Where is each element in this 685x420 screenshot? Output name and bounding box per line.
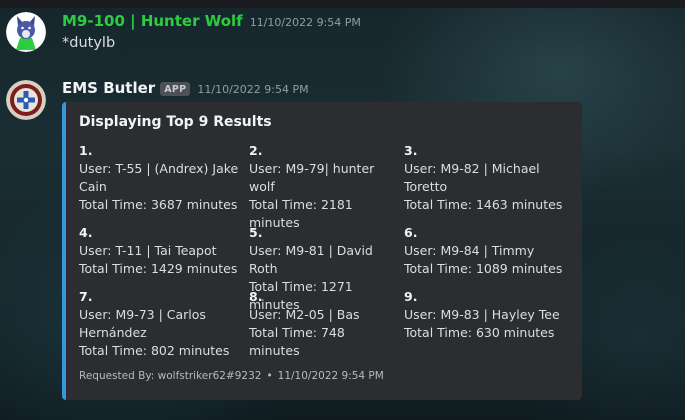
username[interactable]: M9-100 | Hunter Wolf [62, 12, 243, 30]
field-user: User: M9-79| hunter wolf [249, 161, 375, 194]
message-text: *dutylb [62, 35, 116, 51]
ems-badge-avatar-icon[interactable] [6, 80, 46, 120]
message-header: EMS Butler APP 11/10/2022 9:54 PM [62, 79, 309, 97]
embed-field: 6. User: M9-84 | Timmy Total Time: 1089 … [404, 224, 574, 278]
footer-requested-by: Requested By: wolfstriker62#9232 [79, 370, 262, 382]
field-user: User: M9-81 | David Roth [249, 243, 373, 276]
message-timestamp: 11/10/2022 9:54 PM [197, 83, 309, 96]
embed-field: 1. User: T-55 | (Andrex) Jake Cain Total… [79, 142, 239, 214]
field-user: User: M9-82 | Michael Toretto [404, 161, 540, 194]
embed-field: 3. User: M9-82 | Michael Toretto Total T… [404, 142, 574, 214]
footer-separator: • [266, 370, 273, 382]
field-rank: 7. [79, 289, 93, 304]
app-badge: APP [160, 82, 191, 96]
embed-field: 7. User: M9-73 | Carlos Hernández Total … [79, 288, 239, 360]
field-total-time: Total Time: 1463 minutes [404, 197, 563, 212]
field-rank: 1. [79, 143, 93, 158]
embed-title: Displaying Top 9 Results [79, 114, 272, 130]
channel-top-edge [0, 0, 685, 8]
field-total-time: Total Time: 748 minutes [249, 325, 345, 358]
field-user: User: T-11 | Tai Teapot [79, 243, 217, 258]
field-rank: 6. [404, 225, 418, 240]
field-rank: 2. [249, 143, 263, 158]
wolf-avatar-icon[interactable] [6, 12, 46, 52]
field-rank: 3. [404, 143, 418, 158]
field-rank: 8. [249, 289, 263, 304]
embed-footer: Requested By: wolfstriker62#9232 • 11/10… [79, 370, 384, 382]
field-total-time: Total Time: 1429 minutes [79, 261, 238, 276]
embed-field: 8. User: M2-05 | Bas Total Time: 748 min… [249, 288, 399, 360]
field-rank: 4. [79, 225, 93, 240]
footer-timestamp: 11/10/2022 9:54 PM [277, 370, 384, 382]
embed-field: 9. User: M9-83 | Hayley Tee Total Time: … [404, 288, 574, 342]
field-total-time: Total Time: 1089 minutes [404, 261, 563, 276]
field-rank: 9. [404, 289, 418, 304]
field-user: User: M9-84 | Timmy [404, 243, 535, 258]
leaderboard-embed: Displaying Top 9 Results 1. User: T-55 |… [62, 102, 582, 400]
field-user: User: M9-73 | Carlos Hernández [79, 307, 206, 340]
username[interactable]: EMS Butler [62, 79, 155, 97]
embed-field: 4. User: T-11 | Tai Teapot Total Time: 1… [79, 224, 239, 278]
field-total-time: Total Time: 630 minutes [404, 325, 555, 340]
embed-field: 2. User: M9-79| hunter wolf Total Time: … [249, 142, 399, 232]
message-header: M9-100 | Hunter Wolf 11/10/2022 9:54 PM [62, 12, 361, 30]
message-timestamp: 11/10/2022 9:54 PM [249, 16, 361, 29]
field-total-time: Total Time: 802 minutes [79, 343, 230, 358]
field-user: User: M9-83 | Hayley Tee [404, 307, 560, 322]
field-user: User: M2-05 | Bas [249, 307, 360, 322]
field-user: User: T-55 | (Andrex) Jake Cain [79, 161, 239, 194]
field-total-time: Total Time: 3687 minutes [79, 197, 238, 212]
field-rank: 5. [249, 225, 263, 240]
